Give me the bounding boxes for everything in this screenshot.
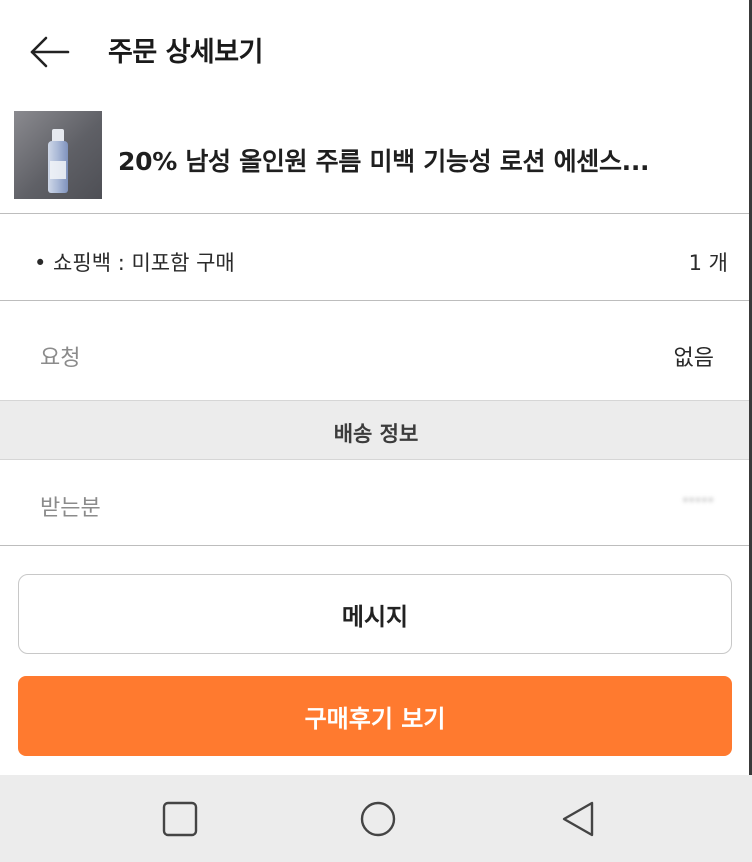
request-value: 없음 xyxy=(673,346,714,371)
circle-home-icon xyxy=(360,801,396,837)
option-text: • 쇼핑백 : 미포함 구매 xyxy=(34,251,235,275)
product-thumbnail[interactable] xyxy=(14,111,102,199)
product-row[interactable]: 20% 남성 올인원 주름 미백 기능성 로션 에센스... xyxy=(0,106,752,214)
arrow-left-icon xyxy=(30,36,70,68)
bottle-label-shape xyxy=(50,161,66,179)
message-button-label: 메시지 xyxy=(341,602,409,631)
product-name[interactable]: 20% 남성 올인원 주름 미백 기능성 로션 에센스... xyxy=(118,142,728,178)
triangle-back-icon xyxy=(562,801,594,837)
system-back-button[interactable] xyxy=(556,797,600,841)
page-title: 주문 상세보기 xyxy=(108,37,263,68)
recipient-value-redacted: ····· xyxy=(682,488,714,512)
view-review-button-label: 구매후기 보기 xyxy=(304,704,446,733)
option-row: • 쇼핑백 : 미포함 구매 1 개 xyxy=(0,215,752,301)
back-button[interactable] xyxy=(28,34,72,70)
request-row: 요청 없음 xyxy=(0,302,752,400)
shipping-section-title: 배송 정보 xyxy=(333,422,419,446)
recipient-row: 받는분 ····· xyxy=(0,460,752,546)
option-quantity: 1 개 xyxy=(688,251,728,275)
home-button[interactable] xyxy=(356,797,400,841)
shipping-section-header: 배송 정보 xyxy=(0,400,752,460)
square-recent-apps-icon xyxy=(162,801,198,837)
header: 주문 상세보기 xyxy=(0,0,752,106)
message-button[interactable]: 메시지 xyxy=(18,574,732,654)
recent-apps-button[interactable] xyxy=(158,797,202,841)
request-label: 요청 xyxy=(40,346,81,371)
recipient-label: 받는분 xyxy=(40,496,101,521)
system-navigation-bar xyxy=(0,775,752,862)
view-review-button[interactable]: 구매후기 보기 xyxy=(18,676,732,756)
